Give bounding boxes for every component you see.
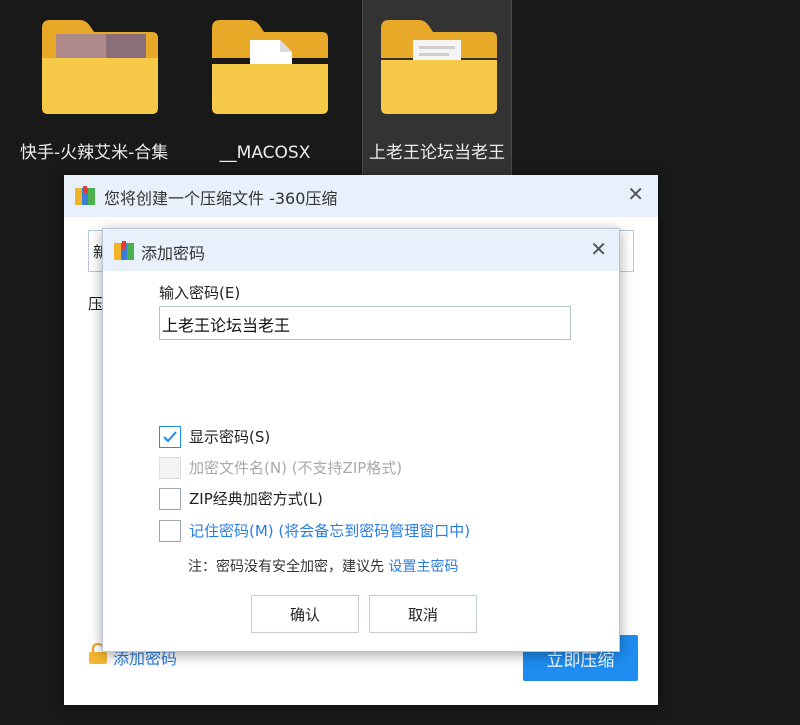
password-input[interactable]: [159, 306, 571, 340]
security-note: 注：密码没有安全加密，建议先 设置主密码: [188, 556, 458, 576]
set-master-password-link[interactable]: 设置主密码: [388, 559, 458, 575]
password-titlebar: 添加密码 ✕: [103, 229, 619, 271]
folder-icon: [42, 20, 158, 114]
folder-label: __MACOSX: [219, 143, 311, 163]
add-password-dialog: 添加密码 ✕ 输入密码(E) 显示密码(S) 加密文件名(N) (不支持ZIP格…: [102, 228, 620, 652]
main-close-icon[interactable]: ✕: [627, 184, 644, 204]
partial-section-label: 压: [88, 295, 104, 313]
password-close-icon[interactable]: ✕: [590, 239, 607, 259]
show-password-label: 显示密码(S): [189, 428, 271, 446]
show-password-checkbox[interactable]: [159, 426, 181, 448]
note-text: 注：密码没有安全加密，建议先: [188, 559, 384, 575]
password-dialog-title: 添加密码: [141, 244, 206, 263]
main-dialog-title: 您将创建一个压缩文件 -360压缩: [104, 189, 338, 208]
folder-tile-1[interactable]: 快手-火辣艾米-合集1: [20, 0, 170, 175]
zip-classic-label: ZIP经典加密方式(L): [189, 490, 323, 508]
folder-tile-3[interactable]: 上老王论坛当老王: [362, 0, 512, 175]
archive-app-icon: [75, 186, 95, 205]
folder-tile-2[interactable]: __MACOSX: [190, 0, 340, 175]
archive-app-icon: [114, 241, 134, 260]
confirm-button[interactable]: 确认: [251, 595, 359, 633]
cancel-button[interactable]: 取消: [369, 595, 477, 633]
folder-icon: [381, 20, 497, 114]
encrypt-filenames-label: 加密文件名(N) (不支持ZIP格式): [189, 459, 403, 477]
password-input-label: 输入密码(E): [159, 284, 241, 302]
main-titlebar: 您将创建一个压缩文件 -360压缩 ✕: [64, 175, 658, 217]
zip-classic-checkbox[interactable]: [159, 488, 181, 510]
remember-password-checkbox[interactable]: [159, 520, 181, 542]
checkmark-icon: [163, 431, 177, 443]
encrypt-filenames-checkbox: [159, 457, 181, 479]
folder-label: 快手-火辣艾米-合集1: [20, 143, 170, 163]
folder-label: 上老王论坛当老王: [369, 143, 505, 163]
folder-icon: [212, 20, 328, 114]
remember-password-label[interactable]: 记住密码(M) (将会备忘到密码管理窗口中): [189, 520, 470, 542]
